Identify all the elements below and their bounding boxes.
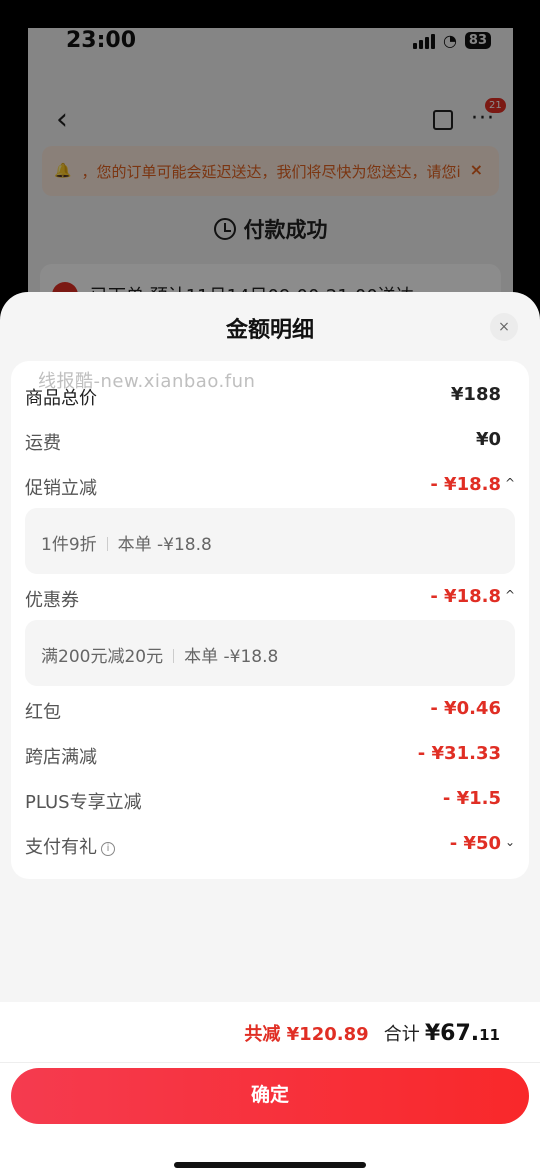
row-pay-gift[interactable]: 支付有礼 i - ¥50 ⌄ bbox=[11, 829, 529, 859]
row-value: - ¥18.8 bbox=[430, 474, 501, 495]
total-cents: 11 bbox=[479, 1026, 500, 1044]
row-coupon[interactable]: 优惠券 - ¥18.8 ^ bbox=[11, 582, 529, 612]
total-saved: 共减 ¥120.89 bbox=[244, 1024, 369, 1045]
promo-detail-text: 1件9折 本单 -¥18.8 bbox=[41, 535, 212, 555]
row-label: 优惠券 bbox=[25, 590, 79, 611]
confirm-button[interactable]: 确定 bbox=[11, 1068, 529, 1124]
chevron-up-icon[interactable]: ^ bbox=[505, 588, 515, 602]
sheet-footer: 共减 ¥120.89 合计 ¥67.11 确定 bbox=[0, 1002, 540, 1170]
row-label: 红包 bbox=[25, 702, 61, 723]
amount-detail-sheet: 金额明细 × 商品总价 ¥188 运费 ¥0 促销立减 - ¥18.8 ^ 1件… bbox=[0, 292, 540, 1170]
close-icon[interactable]: × bbox=[490, 313, 518, 341]
total-label: 合计 bbox=[383, 1024, 420, 1045]
detail-card: 商品总价 ¥188 运费 ¥0 促销立减 - ¥18.8 ^ 1件9折 本单 -¥… bbox=[11, 361, 529, 879]
sheet-title: 金额明细 bbox=[225, 318, 314, 343]
row-label: PLUS专享立减 bbox=[25, 792, 142, 813]
row-red-packet: 红包 - ¥0.46 bbox=[11, 694, 529, 724]
row-value: - ¥1.5 bbox=[442, 788, 501, 809]
row-label: 促销立减 bbox=[25, 478, 97, 499]
divider bbox=[0, 1062, 540, 1063]
home-indicator bbox=[174, 1162, 366, 1168]
row-value: - ¥0.46 bbox=[430, 698, 501, 719]
chevron-down-icon[interactable]: ⌄ bbox=[505, 835, 515, 849]
promo-detail-box: 1件9折 本单 -¥18.8 bbox=[25, 508, 515, 574]
total-amount: ¥67. bbox=[424, 1021, 480, 1046]
row-value: - ¥50 bbox=[449, 833, 501, 854]
row-value: ¥188 bbox=[450, 384, 501, 405]
row-label: 运费 bbox=[25, 433, 61, 454]
info-icon[interactable]: i bbox=[101, 842, 115, 856]
coupon-detail-box: 满200元减20元 本单 -¥18.8 bbox=[25, 620, 515, 686]
row-shipping: 运费 ¥0 bbox=[11, 425, 529, 455]
row-plus: PLUS专享立减 - ¥1.5 bbox=[11, 784, 529, 814]
chevron-up-icon[interactable]: ^ bbox=[505, 476, 515, 490]
row-value: - ¥31.33 bbox=[417, 743, 501, 764]
totals: 共减 ¥120.89 合计 ¥67.11 bbox=[244, 1020, 500, 1046]
row-cross-store: 跨店满减 - ¥31.33 bbox=[11, 739, 529, 769]
row-value: - ¥18.8 bbox=[430, 586, 501, 607]
row-promo[interactable]: 促销立减 - ¥18.8 ^ bbox=[11, 470, 529, 500]
row-value: ¥0 bbox=[475, 429, 501, 450]
row-label: 支付有礼 i bbox=[25, 833, 115, 859]
row-label: 跨店满减 bbox=[25, 747, 97, 768]
coupon-detail-text: 满200元减20元 本单 -¥18.8 bbox=[41, 647, 279, 667]
watermark: 线报酷-new.xianbao.fun bbox=[38, 371, 256, 392]
